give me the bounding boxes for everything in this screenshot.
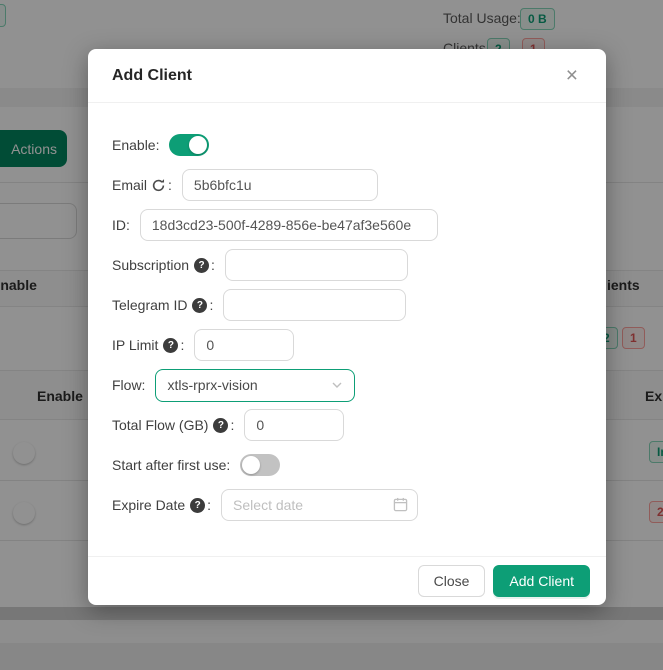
expire-date-field-row: Expire Date ? :: [112, 489, 582, 521]
email-label: Email :: [112, 177, 172, 193]
question-icon[interactable]: ?: [194, 258, 209, 273]
id-input[interactable]: [140, 209, 438, 241]
subscription-label: Subscription ? :: [112, 257, 215, 273]
question-icon[interactable]: ?: [163, 338, 178, 353]
flow-label: Flow:: [112, 377, 145, 393]
start-after-first-use-label: Start after first use:: [112, 457, 230, 473]
modal-body: Enable: Email : ID:: [88, 103, 606, 521]
page: Total Usage: 0 B Clients: 2 1 Actions En…: [0, 0, 663, 670]
subscription-field-row: Subscription ? :: [112, 249, 582, 281]
toggle-knob: [189, 136, 207, 154]
expire-date-input[interactable]: [221, 489, 418, 521]
total-flow-input[interactable]: [244, 409, 344, 441]
ip-limit-label: IP Limit ? :: [112, 337, 184, 353]
enable-label: Enable:: [112, 137, 159, 153]
add-client-button[interactable]: Add Client: [493, 565, 590, 597]
subscription-input[interactable]: [225, 249, 408, 281]
question-icon[interactable]: ?: [190, 498, 205, 513]
telegram-label: Telegram ID ? :: [112, 297, 213, 313]
chevron-down-icon: [331, 379, 343, 391]
start-after-first-use-row: Start after first use:: [112, 449, 582, 481]
flow-field-row: Flow: xtls-rprx-vision: [112, 369, 582, 401]
enable-field-row: Enable:: [112, 129, 582, 161]
modal-title: Add Client: [112, 67, 192, 85]
total-flow-label: Total Flow (GB) ? :: [112, 417, 234, 433]
close-button[interactable]: Close: [418, 565, 486, 597]
question-icon[interactable]: ?: [213, 418, 228, 433]
close-icon[interactable]: ×: [562, 63, 582, 88]
add-client-modal: Add Client × Enable: Email :: [88, 49, 606, 605]
toggle-knob: [242, 456, 260, 474]
enable-toggle[interactable]: [169, 134, 209, 156]
modal-header: Add Client ×: [88, 49, 606, 103]
email-input[interactable]: [182, 169, 378, 201]
start-after-first-use-toggle[interactable]: [240, 454, 280, 476]
id-label: ID:: [112, 217, 130, 233]
refresh-icon[interactable]: [151, 178, 166, 193]
telegram-field-row: Telegram ID ? :: [112, 289, 582, 321]
modal-footer: Close Add Client: [88, 556, 606, 605]
id-field-row: ID:: [112, 209, 582, 241]
total-flow-field-row: Total Flow (GB) ? :: [112, 409, 582, 441]
telegram-id-input[interactable]: [223, 289, 406, 321]
flow-select[interactable]: xtls-rprx-vision: [155, 369, 355, 402]
expire-date-label: Expire Date ? :: [112, 497, 211, 513]
question-icon[interactable]: ?: [192, 298, 207, 313]
email-field-row: Email :: [112, 169, 582, 201]
ip-limit-input[interactable]: [194, 329, 294, 361]
ip-limit-field-row: IP Limit ? :: [112, 329, 582, 361]
expire-date-picker[interactable]: [221, 489, 418, 521]
flow-select-value: xtls-rprx-vision: [167, 377, 257, 393]
